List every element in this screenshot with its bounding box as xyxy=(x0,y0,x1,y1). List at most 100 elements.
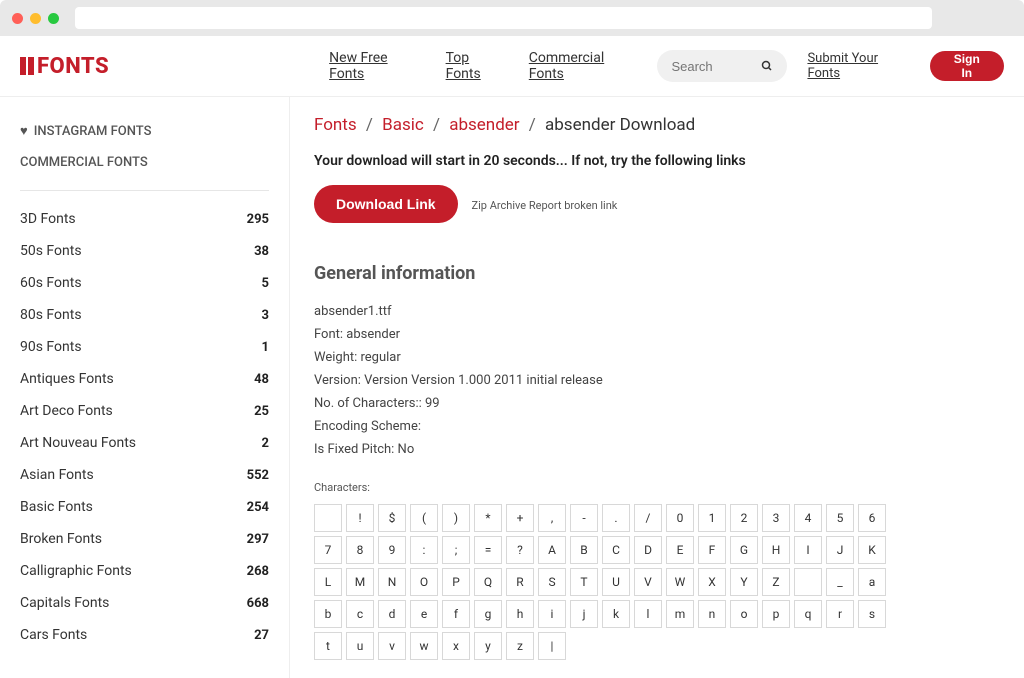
character-cell[interactable]: + xyxy=(506,504,534,532)
character-cell[interactable]: D xyxy=(634,536,662,564)
character-cell[interactable]: b xyxy=(314,600,342,628)
window-close[interactable] xyxy=(12,13,23,24)
character-cell[interactable]: 5 xyxy=(826,504,854,532)
character-cell[interactable]: E xyxy=(666,536,694,564)
character-cell[interactable]: H xyxy=(762,536,790,564)
character-cell[interactable]: . xyxy=(602,504,630,532)
nav-top-fonts[interactable]: Top Fonts xyxy=(446,50,505,82)
character-cell[interactable]: L xyxy=(314,568,342,596)
character-cell[interactable]: 9 xyxy=(378,536,406,564)
character-cell[interactable]: c xyxy=(346,600,374,628)
character-cell[interactable]: 4 xyxy=(794,504,822,532)
breadcrumb-basic[interactable]: Basic xyxy=(382,115,424,135)
character-cell[interactable]: : xyxy=(410,536,438,564)
sidebar-item-instagram-fonts[interactable]: ♥ INSTAGRAM FONTS xyxy=(20,115,269,147)
character-cell[interactable]: G xyxy=(730,536,758,564)
search-input[interactable] xyxy=(671,59,761,74)
character-cell[interactable]: S xyxy=(538,568,566,596)
character-cell[interactable]: z xyxy=(506,632,534,660)
character-cell[interactable]: u xyxy=(346,632,374,660)
character-cell[interactable]: n xyxy=(698,600,726,628)
character-cell[interactable]: O xyxy=(410,568,438,596)
download-button[interactable]: Download Link xyxy=(314,185,458,223)
character-cell[interactable]: J xyxy=(826,536,854,564)
character-cell[interactable]: R xyxy=(506,568,534,596)
sidebar-category-item[interactable]: Calligraphic Fonts268 xyxy=(20,555,269,587)
character-cell[interactable] xyxy=(314,504,342,532)
sidebar-category-item[interactable]: Capitals Fonts668 xyxy=(20,587,269,619)
character-cell[interactable]: j xyxy=(570,600,598,628)
character-cell[interactable]: $ xyxy=(378,504,406,532)
character-cell[interactable]: , xyxy=(538,504,566,532)
character-cell[interactable]: t xyxy=(314,632,342,660)
character-cell[interactable]: P xyxy=(442,568,470,596)
sidebar-category-item[interactable]: Asian Fonts552 xyxy=(20,459,269,491)
character-cell[interactable]: F xyxy=(698,536,726,564)
sidebar-category-item[interactable]: Basic Fonts254 xyxy=(20,491,269,523)
character-cell[interactable]: v xyxy=(378,632,406,660)
character-cell[interactable]: M xyxy=(346,568,374,596)
character-cell[interactable]: a xyxy=(858,568,886,596)
breadcrumb-fonts[interactable]: Fonts xyxy=(314,115,357,135)
character-cell[interactable]: W xyxy=(666,568,694,596)
character-cell[interactable]: p xyxy=(762,600,790,628)
character-cell[interactable]: | xyxy=(538,632,566,660)
sidebar-category-item[interactable]: Broken Fonts297 xyxy=(20,523,269,555)
character-cell[interactable]: w xyxy=(410,632,438,660)
character-cell[interactable]: 6 xyxy=(858,504,886,532)
character-cell[interactable]: r xyxy=(826,600,854,628)
sidebar-category-item[interactable]: Antiques Fonts48 xyxy=(20,363,269,395)
nav-new-free-fonts[interactable]: New Free Fonts xyxy=(329,50,421,82)
character-cell[interactable]: * xyxy=(474,504,502,532)
character-cell[interactable]: A xyxy=(538,536,566,564)
character-cell[interactable]: 3 xyxy=(762,504,790,532)
sidebar-category-item[interactable]: 80s Fonts3 xyxy=(20,299,269,331)
character-cell[interactable]: 0 xyxy=(666,504,694,532)
sidebar-category-item[interactable]: Art Nouveau Fonts2 xyxy=(20,427,269,459)
character-cell[interactable]: ! xyxy=(346,504,374,532)
character-cell[interactable]: e xyxy=(410,600,438,628)
sidebar-item-commercial-fonts[interactable]: COMMERCIAL FONTS xyxy=(20,147,269,178)
character-cell[interactable]: ; xyxy=(442,536,470,564)
character-cell[interactable]: 2 xyxy=(730,504,758,532)
character-cell[interactable]: y xyxy=(474,632,502,660)
breadcrumb-absender[interactable]: absender xyxy=(449,115,519,135)
sidebar-category-item[interactable]: 50s Fonts38 xyxy=(20,235,269,267)
character-cell[interactable]: U xyxy=(602,568,630,596)
character-cell[interactable]: h xyxy=(506,600,534,628)
character-cell[interactable]: x xyxy=(442,632,470,660)
sidebar-category-item[interactable]: 3D Fonts295 xyxy=(20,203,269,235)
character-cell[interactable]: K xyxy=(858,536,886,564)
character-cell[interactable]: ? xyxy=(506,536,534,564)
sidebar-category-item[interactable]: Cars Fonts27 xyxy=(20,619,269,651)
character-cell[interactable]: B xyxy=(570,536,598,564)
character-cell[interactable]: Q xyxy=(474,568,502,596)
character-cell[interactable]: ( xyxy=(410,504,438,532)
character-cell[interactable]: f xyxy=(442,600,470,628)
character-cell[interactable]: I xyxy=(794,536,822,564)
character-cell[interactable]: Y xyxy=(730,568,758,596)
character-cell[interactable]: V xyxy=(634,568,662,596)
signin-button[interactable]: Sign In xyxy=(930,51,1004,81)
character-cell[interactable]: m xyxy=(666,600,694,628)
character-cell[interactable]: l xyxy=(634,600,662,628)
report-broken-link[interactable]: Report broken link xyxy=(529,199,618,212)
character-cell[interactable]: s xyxy=(858,600,886,628)
window-minimize[interactable] xyxy=(30,13,41,24)
character-cell[interactable]: 1 xyxy=(698,504,726,532)
sidebar-category-item[interactable]: Art Deco Fonts25 xyxy=(20,395,269,427)
sidebar-category-item[interactable]: 90s Fonts1 xyxy=(20,331,269,363)
character-cell[interactable]: k xyxy=(602,600,630,628)
character-cell[interactable]: o xyxy=(730,600,758,628)
character-cell[interactable]: T xyxy=(570,568,598,596)
zip-archive-link[interactable]: Zip Archive xyxy=(472,199,527,212)
search-box[interactable] xyxy=(657,50,787,82)
submit-fonts-link[interactable]: Submit Your Fonts xyxy=(807,51,909,81)
character-cell[interactable]: = xyxy=(474,536,502,564)
character-cell[interactable]: Z xyxy=(762,568,790,596)
character-cell[interactable]: d xyxy=(378,600,406,628)
character-cell[interactable]: q xyxy=(794,600,822,628)
character-cell[interactable]: _ xyxy=(826,568,854,596)
character-cell[interactable]: 8 xyxy=(346,536,374,564)
character-cell[interactable]: C xyxy=(602,536,630,564)
